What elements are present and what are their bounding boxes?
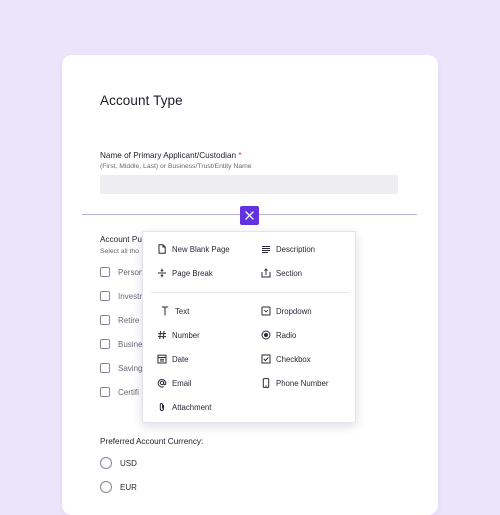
checkbox-option[interactable]: Investr bbox=[100, 290, 142, 302]
menu-item-label: Text bbox=[175, 306, 190, 316]
checkbox-label: Person bbox=[118, 267, 142, 277]
menu-item-label: Email bbox=[172, 378, 192, 388]
menu-item-date[interactable]: Date bbox=[157, 352, 188, 366]
menu-item-new-blank-page[interactable]: New Blank Page bbox=[157, 242, 230, 256]
checkbox[interactable] bbox=[100, 387, 110, 397]
checkbox[interactable] bbox=[100, 267, 110, 277]
hash-icon bbox=[157, 329, 167, 341]
checkbox-label: Busine bbox=[118, 339, 142, 349]
radio-button[interactable] bbox=[100, 481, 112, 493]
checkbox-label: Saving bbox=[118, 363, 142, 373]
currency-question-label: Preferred Account Currency: bbox=[100, 437, 204, 446]
close-menu-button[interactable] bbox=[240, 206, 259, 225]
menu-item-label: Radio bbox=[276, 330, 297, 340]
checkbox-option[interactable]: Person bbox=[100, 266, 142, 278]
radio-button[interactable] bbox=[100, 457, 112, 469]
name-question-help: (First, Middle, Last) or Business/Trust/… bbox=[100, 163, 252, 170]
radio-option[interactable]: EUR bbox=[100, 481, 137, 493]
menu-item-phone-number[interactable]: Phone Number bbox=[261, 376, 328, 390]
menu-item-label: Date bbox=[172, 354, 189, 364]
purpose-question-help: Select all tho bbox=[100, 248, 139, 255]
phone-icon bbox=[261, 377, 271, 389]
checkbox-label: Certifi bbox=[118, 387, 139, 397]
checkbox-option[interactable]: Saving bbox=[100, 362, 142, 374]
menu-item-text[interactable]: Text bbox=[160, 304, 189, 318]
menu-item-label: Page Break bbox=[172, 268, 213, 278]
menu-item-email[interactable]: Email bbox=[157, 376, 192, 390]
menu-item-dropdown[interactable]: Dropdown bbox=[261, 304, 312, 318]
menu-item-label: Section bbox=[276, 268, 303, 278]
page-break-icon bbox=[157, 267, 167, 279]
menu-item-label: Phone Number bbox=[276, 378, 329, 388]
checkbox-icon bbox=[261, 353, 271, 365]
add-element-menu: New Blank Page Description Page Break Se… bbox=[142, 231, 356, 423]
menu-item-page-break[interactable]: Page Break bbox=[157, 266, 213, 280]
required-mark: * bbox=[238, 151, 242, 160]
dropdown-icon bbox=[261, 305, 271, 317]
menu-item-label: Number bbox=[172, 330, 200, 340]
menu-item-description[interactable]: Description bbox=[261, 242, 315, 256]
menu-item-label: Dropdown bbox=[276, 306, 312, 316]
checkbox[interactable] bbox=[100, 339, 110, 349]
at-icon bbox=[157, 377, 167, 389]
checkbox[interactable] bbox=[100, 363, 110, 373]
menu-item-label: Attachment bbox=[172, 402, 212, 412]
section-icon bbox=[261, 267, 271, 279]
menu-item-label: New Blank Page bbox=[172, 244, 230, 254]
radio-label: EUR bbox=[120, 482, 137, 492]
radio-icon bbox=[261, 329, 271, 341]
menu-item-section[interactable]: Section bbox=[261, 266, 302, 280]
menu-item-attachment[interactable]: Attachment bbox=[157, 400, 211, 414]
menu-item-label: Description bbox=[276, 244, 315, 254]
page-title: Account Type bbox=[100, 93, 183, 108]
lines-icon bbox=[261, 243, 271, 255]
paperclip-icon bbox=[157, 401, 167, 413]
checkbox-option[interactable]: Retire bbox=[100, 314, 142, 326]
checkbox[interactable] bbox=[100, 315, 110, 325]
checkbox-option[interactable]: Certifi bbox=[100, 386, 142, 398]
menu-item-radio[interactable]: Radio bbox=[261, 328, 296, 342]
menu-item-number[interactable]: Number bbox=[157, 328, 200, 342]
checkbox-label: Retire bbox=[118, 315, 140, 325]
checkbox[interactable] bbox=[100, 291, 110, 301]
menu-item-checkbox[interactable]: Checkbox bbox=[261, 352, 311, 366]
checkbox-option[interactable]: Busine bbox=[100, 338, 142, 350]
menu-divider bbox=[151, 292, 349, 293]
radio-label: USD bbox=[120, 458, 137, 468]
text-icon bbox=[160, 305, 170, 317]
purpose-question-label: Account Pu bbox=[100, 235, 142, 244]
calendar-icon bbox=[157, 353, 167, 365]
checkbox-label: Investr bbox=[118, 291, 142, 301]
close-icon bbox=[245, 211, 254, 220]
name-question-label: Name of Primary Applicant/Custodian * bbox=[100, 151, 242, 160]
name-question-text: Name of Primary Applicant/Custodian bbox=[100, 151, 237, 160]
name-input[interactable] bbox=[100, 175, 398, 194]
menu-item-label: Checkbox bbox=[276, 354, 311, 364]
radio-option[interactable]: USD bbox=[100, 457, 137, 469]
page-icon bbox=[157, 243, 167, 255]
